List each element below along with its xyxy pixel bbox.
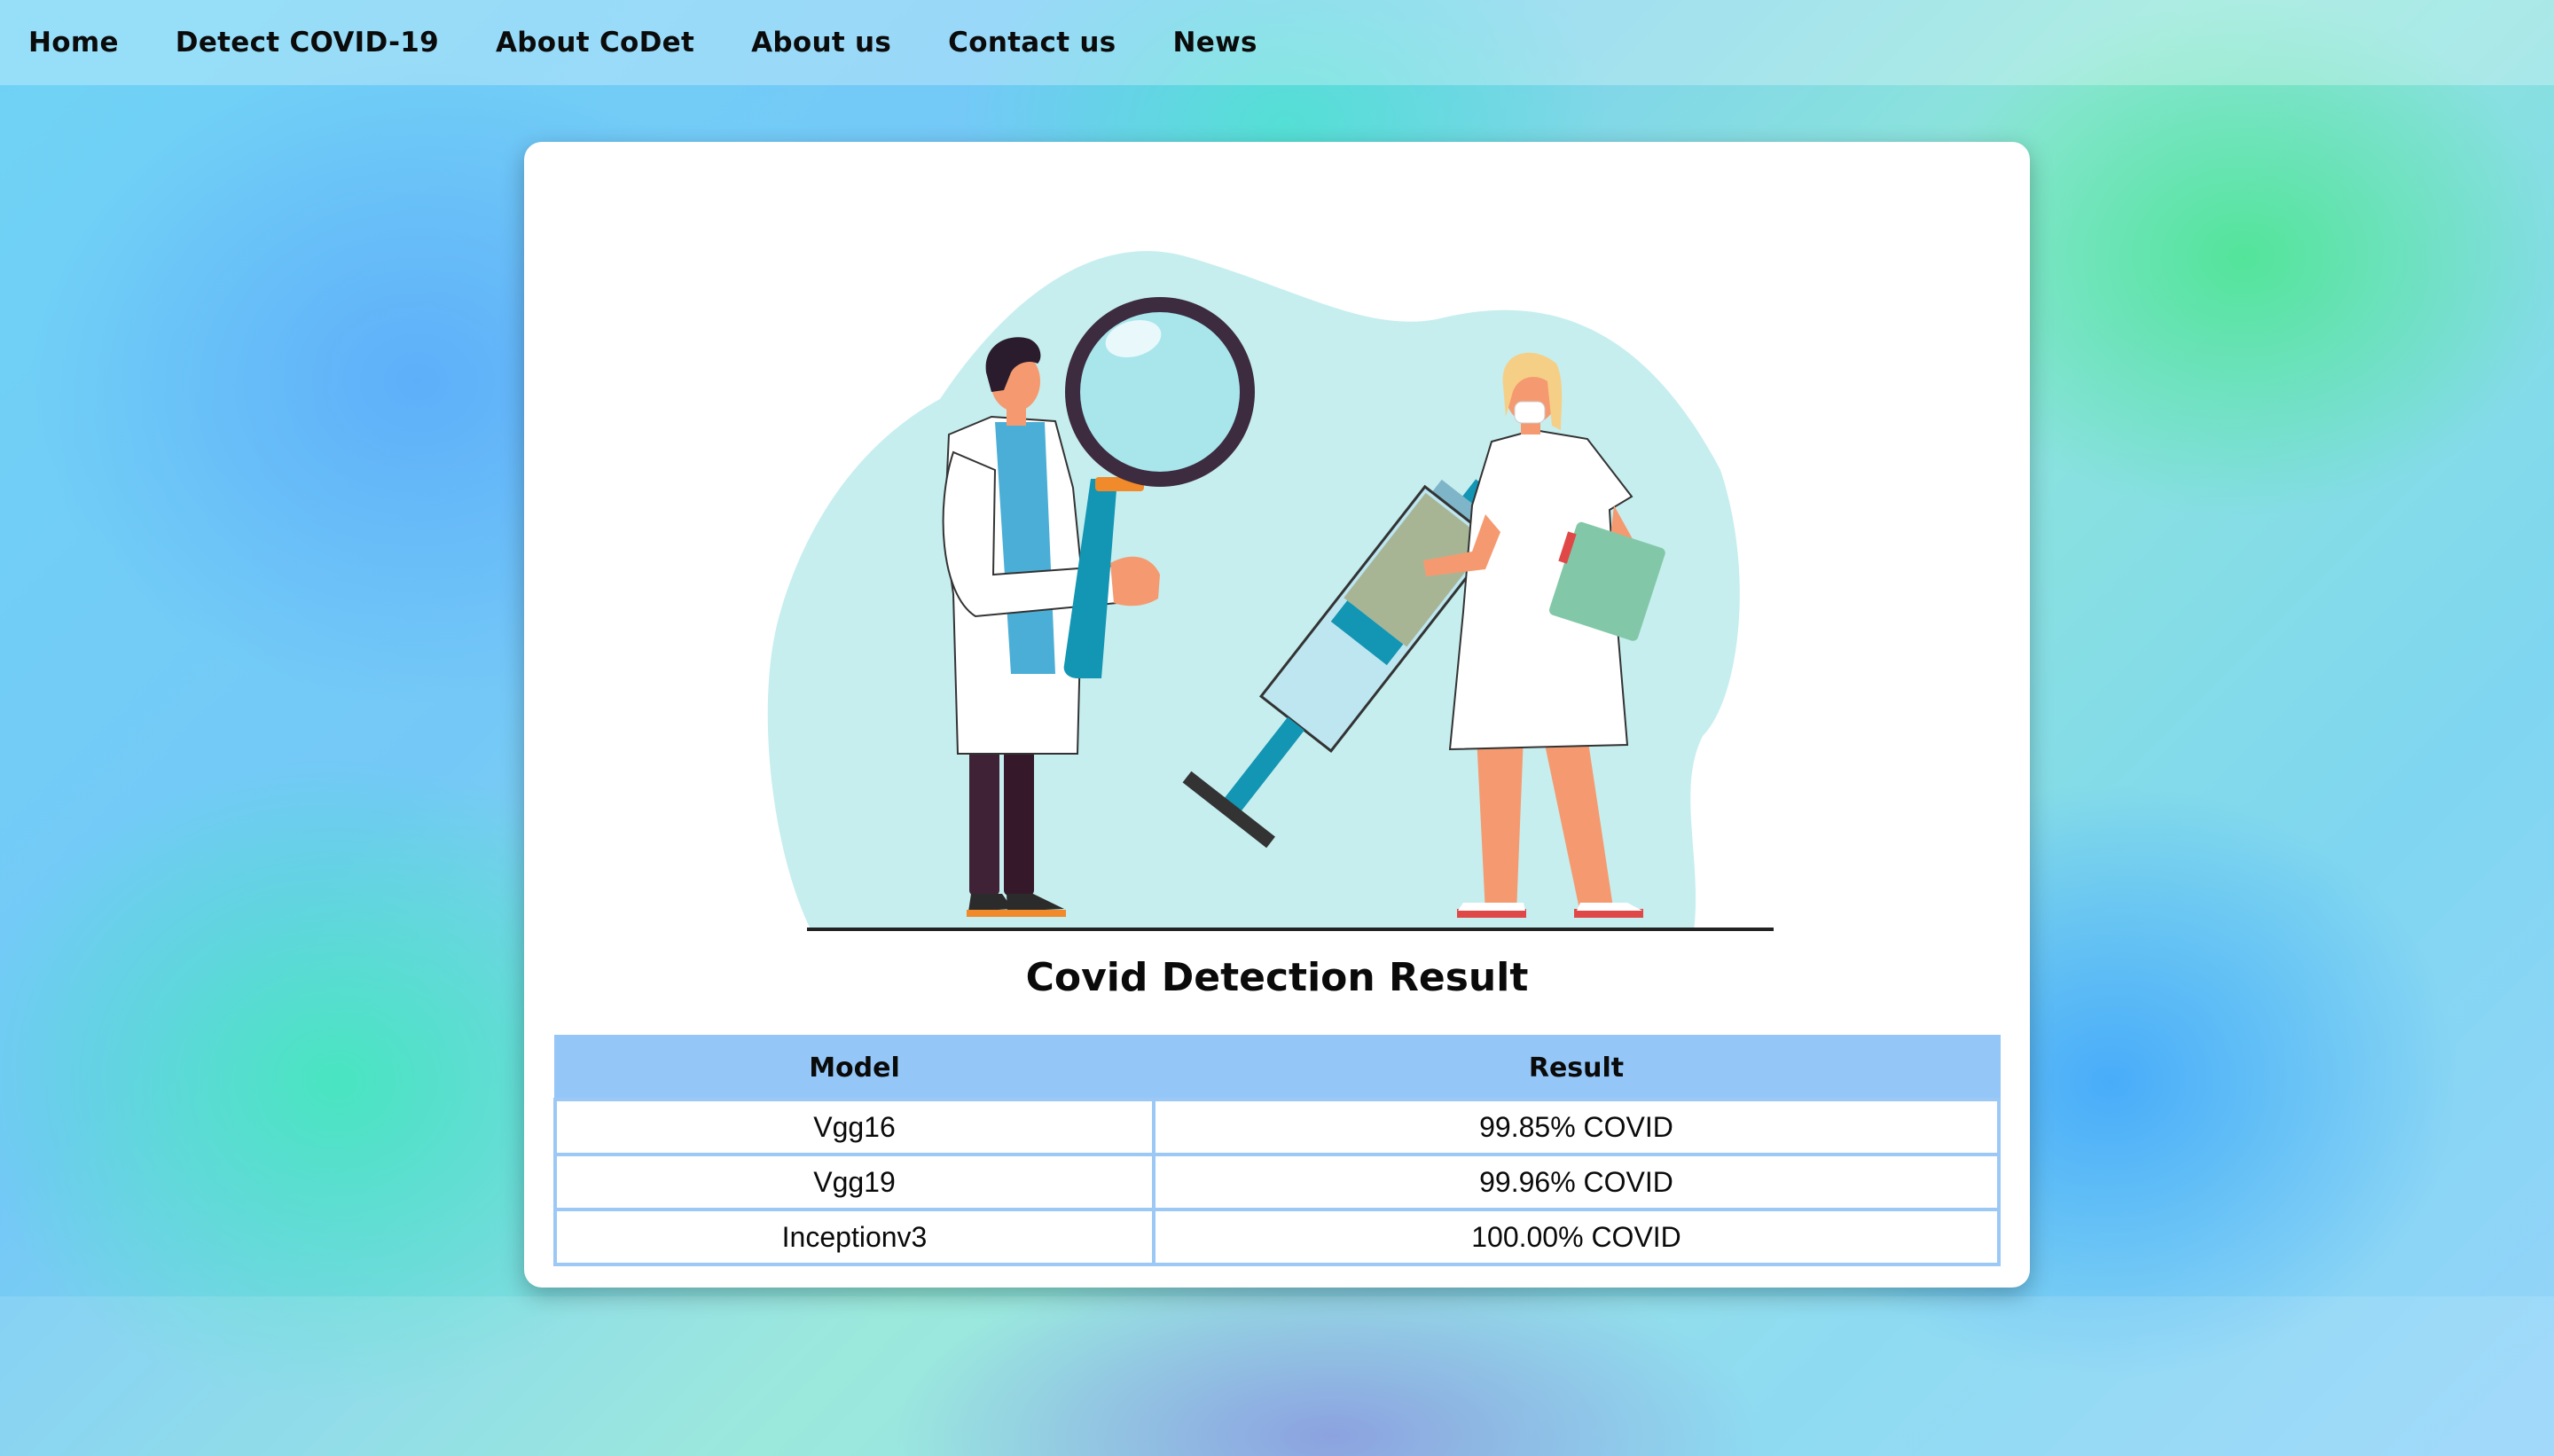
background-lower-band xyxy=(0,1296,2554,1456)
model-cell: Inceptionv3 xyxy=(553,1208,1156,1266)
top-navbar: Home Detect COVID-19 About CoDet About u… xyxy=(0,0,2554,85)
nav-about-codet-link[interactable]: About CoDet xyxy=(496,27,694,59)
table-row: Vgg16 99.85% COVID xyxy=(553,1098,2001,1156)
results-table: Model Result Vgg16 99.85% COVID Vgg19 99… xyxy=(553,1035,2001,1266)
model-cell: Vgg19 xyxy=(553,1153,1156,1211)
doctors-illustration xyxy=(767,251,1774,931)
table-header-row: Model Result xyxy=(553,1035,2001,1101)
nav-home-link[interactable]: Home xyxy=(28,27,119,59)
column-header-result: Result xyxy=(1152,1035,2001,1101)
table-row: Inceptionv3 100.00% COVID xyxy=(553,1208,2001,1266)
result-cell: 99.96% COVID xyxy=(1152,1153,2001,1211)
table-row: Vgg19 99.96% COVID xyxy=(553,1153,2001,1211)
column-header-model: Model xyxy=(553,1035,1156,1101)
nav-about-us-link[interactable]: About us xyxy=(751,27,891,59)
model-cell: Vgg16 xyxy=(553,1098,1156,1156)
result-cell: 100.00% COVID xyxy=(1152,1208,2001,1266)
nav-detect-covid-link[interactable]: Detect COVID-19 xyxy=(176,27,439,59)
result-cell: 99.85% COVID xyxy=(1152,1098,2001,1156)
result-title: Covid Detection Result xyxy=(1025,955,1529,1000)
nav-news-link[interactable]: News xyxy=(1173,27,1257,59)
nav-contact-us-link[interactable]: Contact us xyxy=(948,27,1116,59)
